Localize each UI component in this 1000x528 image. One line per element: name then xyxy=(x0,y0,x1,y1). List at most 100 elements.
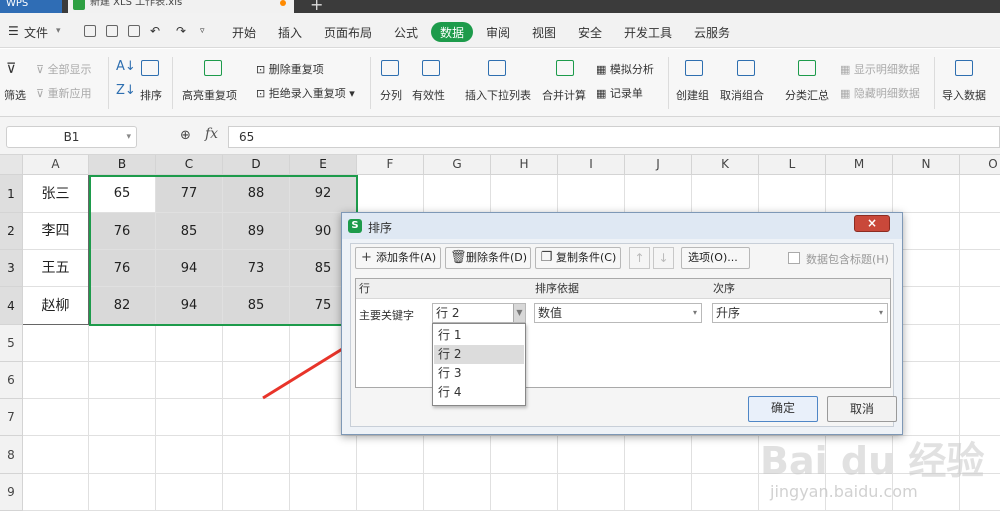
cell-a4[interactable]: 赵柳 xyxy=(23,287,89,325)
cell-k8[interactable] xyxy=(692,436,759,474)
cell-c5[interactable] xyxy=(156,325,223,362)
order-select[interactable]: 升序 ▾ xyxy=(712,303,888,323)
move-down-button[interactable]: ↓ xyxy=(653,247,674,269)
column-header-j[interactable]: J xyxy=(625,155,692,175)
add-condition-button[interactable]: + 添加条件(A) xyxy=(355,247,441,269)
cell-a3[interactable]: 王五 xyxy=(23,250,89,287)
ok-button[interactable]: 确定 xyxy=(748,396,818,422)
cell-c9[interactable] xyxy=(156,474,223,511)
row-header-2[interactable]: 2 xyxy=(0,213,23,250)
select-all-corner[interactable] xyxy=(0,155,23,175)
reject-duplicates-button[interactable]: ⊡ 拒绝录入重复项 ▾ xyxy=(256,85,355,101)
cell-d2[interactable]: 89 xyxy=(223,213,290,250)
zoom-search-icon[interactable]: ⊕ xyxy=(180,128,191,143)
column-header-l[interactable]: L xyxy=(759,155,826,175)
copy-condition-button[interactable]: ❐ 复制条件(C) xyxy=(535,247,621,269)
cell-a2[interactable]: 李四 xyxy=(23,213,89,250)
cell-i1[interactable] xyxy=(558,175,625,213)
cell-b2[interactable]: 76 xyxy=(89,213,156,250)
record-button[interactable]: ▦ 记录单 xyxy=(596,85,643,101)
cell-b9[interactable] xyxy=(89,474,156,511)
row-header-8[interactable]: 8 xyxy=(0,436,23,474)
column-header-f[interactable]: F xyxy=(357,155,424,175)
column-header-m[interactable]: M xyxy=(826,155,893,175)
chevron-down-icon[interactable]: ▾ xyxy=(689,304,701,322)
cell-a1[interactable]: 张三 xyxy=(23,175,89,213)
cell-c2[interactable]: 85 xyxy=(156,213,223,250)
cell-d3[interactable]: 73 xyxy=(223,250,290,287)
tab-formula[interactable]: 公式 xyxy=(394,24,418,41)
column-header-o[interactable]: O xyxy=(960,155,1000,175)
tab-data[interactable]: 数据 xyxy=(431,22,474,42)
validity-button[interactable]: 有效性 xyxy=(412,87,445,103)
cell-a5[interactable] xyxy=(23,325,89,362)
sort-asc-icon[interactable]: A↓ xyxy=(116,59,136,74)
cell-g9[interactable] xyxy=(424,474,491,511)
row-header-3[interactable]: 3 xyxy=(0,250,23,287)
cell-o1[interactable] xyxy=(960,175,1000,213)
cell-b4[interactable]: 82 xyxy=(89,287,156,325)
cell-e8[interactable] xyxy=(290,436,357,474)
chevron-down-icon[interactable]: ▾ xyxy=(875,304,887,322)
file-menu[interactable]: 文件 xyxy=(24,24,48,41)
cell-f1[interactable] xyxy=(357,175,424,213)
cell-f8[interactable] xyxy=(357,436,424,474)
cell-g8[interactable] xyxy=(424,436,491,474)
cell-j8[interactable] xyxy=(625,436,692,474)
cell-e9[interactable] xyxy=(290,474,357,511)
cell-h1[interactable] xyxy=(491,175,558,213)
cell-n5[interactable] xyxy=(893,325,960,362)
cell-l1[interactable] xyxy=(759,175,826,213)
remove-duplicates-button[interactable]: ⊡ 删除重复项 xyxy=(256,61,324,77)
cell-o6[interactable] xyxy=(960,362,1000,399)
has-header-checkbox[interactable] xyxy=(788,252,800,264)
cell-g1[interactable] xyxy=(424,175,491,213)
print-preview-icon[interactable] xyxy=(128,25,140,37)
show-detail-button[interactable]: ▦ 显示明细数据 xyxy=(840,61,920,77)
cell-c4[interactable]: 94 xyxy=(156,287,223,325)
column-header-d[interactable]: D xyxy=(223,155,290,175)
row-header-5[interactable]: 5 xyxy=(0,325,23,362)
cell-h9[interactable] xyxy=(491,474,558,511)
column-header-g[interactable]: G xyxy=(424,155,491,175)
sort-button[interactable]: 排序 xyxy=(140,87,162,103)
redo-icon[interactable]: ↷ xyxy=(176,24,186,38)
name-box-chevron-icon[interactable]: ▾ xyxy=(126,127,131,147)
cell-e1[interactable]: 92 xyxy=(290,175,357,213)
cell-o3[interactable] xyxy=(960,250,1000,287)
cell-k9[interactable] xyxy=(692,474,759,511)
primary-key-select[interactable]: 行 2 ▼ xyxy=(432,303,526,323)
cell-n4[interactable] xyxy=(893,287,960,325)
cell-h8[interactable] xyxy=(491,436,558,474)
cell-d9[interactable] xyxy=(223,474,290,511)
filter-button[interactable]: 筛选 xyxy=(4,87,26,103)
hamburger-icon[interactable]: ☰ xyxy=(8,24,19,38)
move-up-button[interactable]: ↑ xyxy=(629,247,650,269)
reapply-button[interactable]: ⊽ 重新应用 xyxy=(36,85,92,101)
tab-security[interactable]: 安全 xyxy=(578,24,602,41)
ungroup-button[interactable]: 取消组合 xyxy=(720,87,764,103)
cell-n2[interactable] xyxy=(893,213,960,250)
column-header-a[interactable]: A xyxy=(23,155,89,175)
formula-input[interactable]: 65 xyxy=(228,126,1000,148)
cell-b5[interactable] xyxy=(89,325,156,362)
cell-d8[interactable] xyxy=(223,436,290,474)
dialog-title-bar[interactable]: S 排序 × xyxy=(342,213,902,239)
close-button[interactable]: × xyxy=(854,215,890,232)
cell-j1[interactable] xyxy=(625,175,692,213)
cell-b8[interactable] xyxy=(89,436,156,474)
row-header-7[interactable]: 7 xyxy=(0,399,23,436)
cell-n6[interactable] xyxy=(893,362,960,399)
app-tab-wps[interactable]: WPS xyxy=(0,0,62,13)
dropdown-option[interactable]: 行 3 xyxy=(434,364,524,383)
sort-on-select[interactable]: 数值 ▾ xyxy=(534,303,702,323)
dropdown-option[interactable]: 行 4 xyxy=(434,383,524,402)
cancel-button[interactable]: 取消 xyxy=(827,396,897,422)
cell-a6[interactable] xyxy=(23,362,89,399)
highlight-duplicates-button[interactable]: 高亮重复项 xyxy=(182,87,237,103)
hide-detail-button[interactable]: ▦ 隐藏明细数据 xyxy=(840,85,920,101)
tab-review[interactable]: 审阅 xyxy=(486,24,510,41)
tab-view[interactable]: 视图 xyxy=(532,24,556,41)
column-header-h[interactable]: H xyxy=(491,155,558,175)
file-menu-chevron-icon[interactable]: ▾ xyxy=(56,26,61,36)
